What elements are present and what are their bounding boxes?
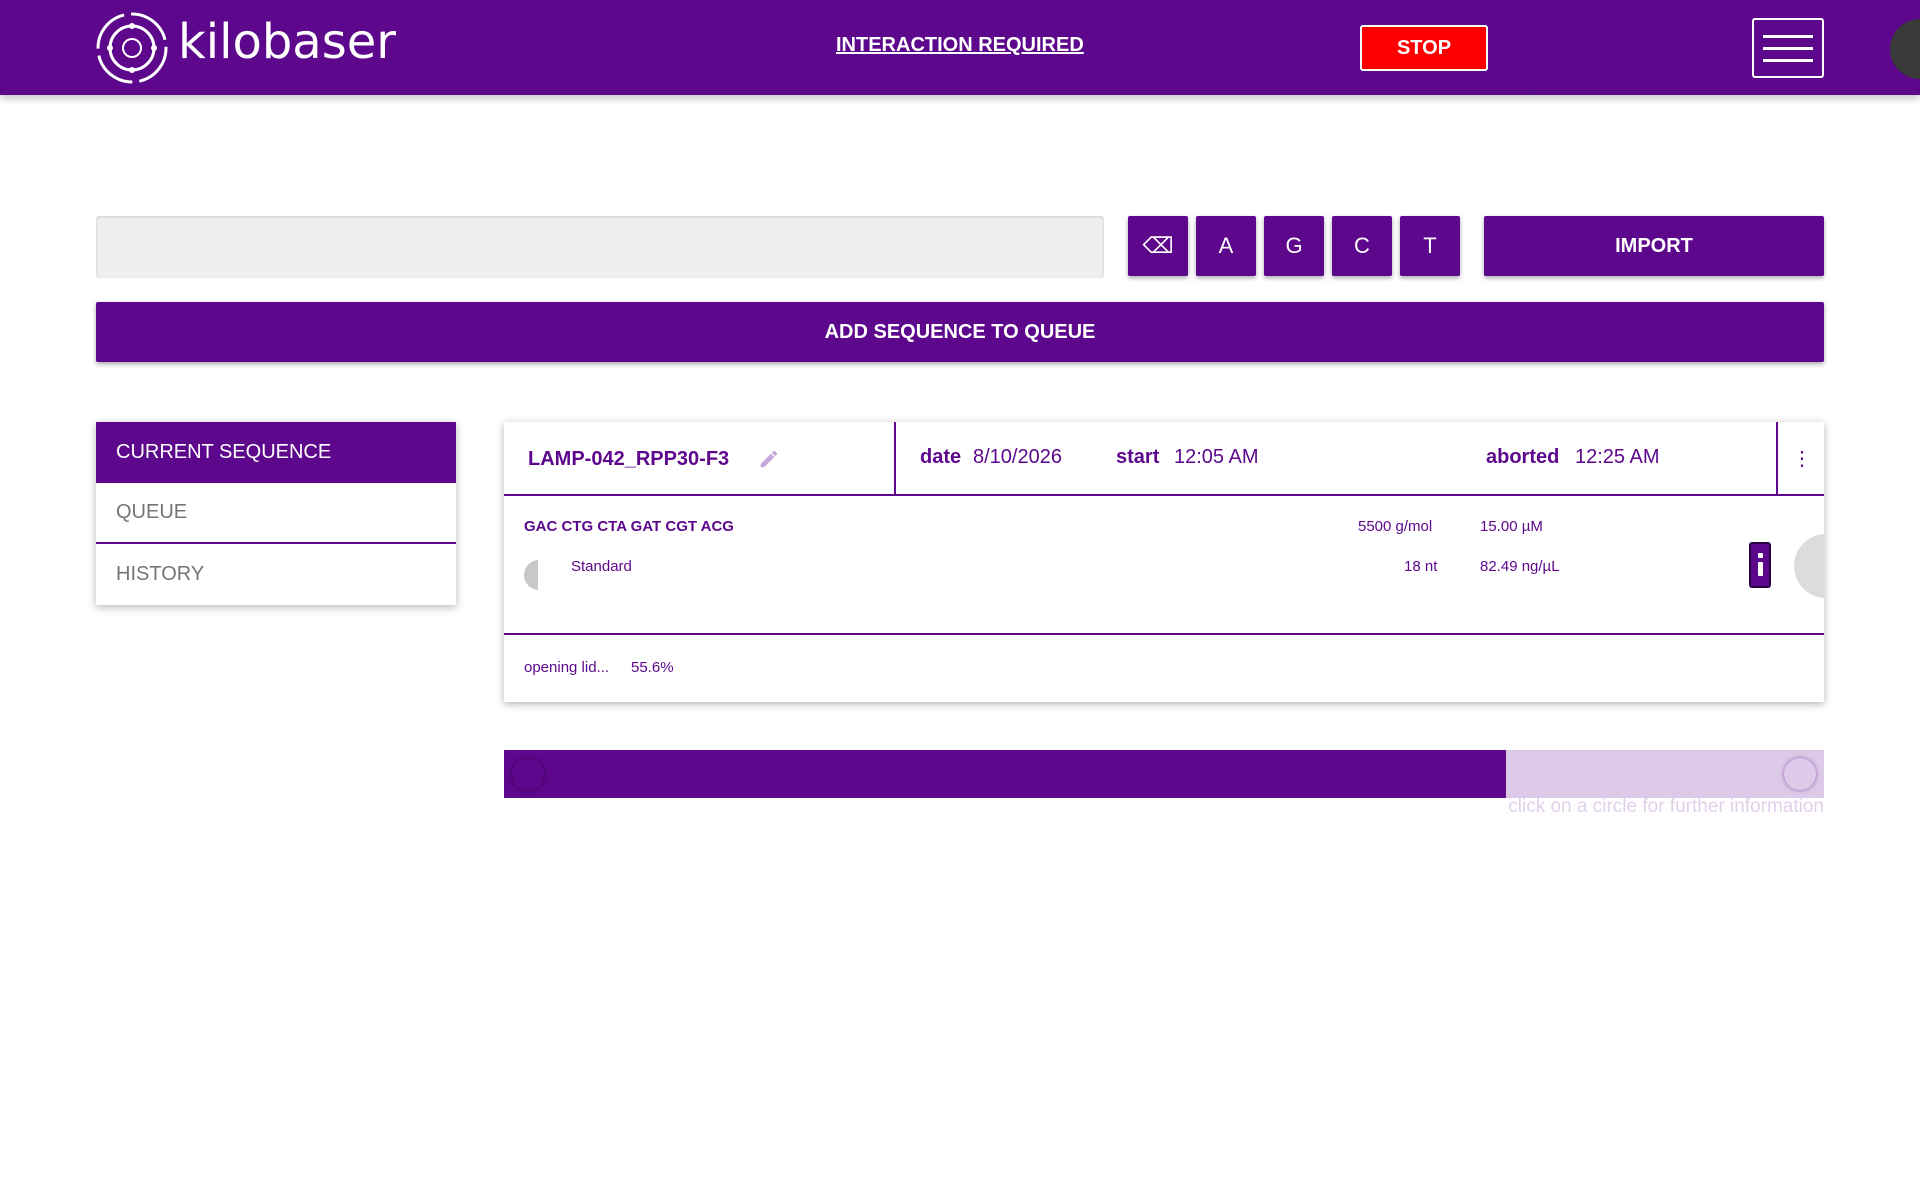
header-divider (894, 422, 896, 494)
key-a-button[interactable]: A (1196, 216, 1256, 276)
status-percent: 55.6% (631, 659, 674, 676)
progress-fill (504, 750, 1506, 798)
key-c-button[interactable]: C (1332, 216, 1392, 276)
aborted-label: aborted (1486, 446, 1560, 468)
info-button[interactable] (1749, 542, 1771, 588)
status-text: opening lid... (524, 659, 610, 676)
sidebar-nav: CURRENT SEQUENCE QUEUE HISTORY (96, 422, 456, 605)
sequence-card: LAMP-042_RPP30-F3 date 8/10/2026 start 1… (504, 422, 1824, 702)
progress-hint: click on a circle for further informatio… (1508, 796, 1824, 817)
molar-mass: 5500 g/mol (1358, 518, 1433, 535)
progress-start-circle[interactable] (512, 758, 544, 790)
amount: 82.49 ng/µL (1480, 558, 1560, 575)
info-icon-bar (1758, 562, 1763, 576)
start-label: start (1116, 446, 1160, 468)
synthesis-type: Standard (571, 558, 632, 575)
progress-bar (504, 750, 1824, 798)
status-circle-icon (524, 560, 538, 590)
key-t-button[interactable]: T (1400, 216, 1460, 276)
menu-line (1763, 34, 1813, 38)
header-divider (1533, 0, 1534, 95)
more-options-icon[interactable]: ⋮ (1790, 444, 1814, 472)
stop-button[interactable]: STOP (1360, 25, 1488, 71)
add-sequence-button[interactable]: ADD SEQUENCE TO QUEUE (96, 302, 1824, 362)
hamburger-menu-button[interactable] (1752, 18, 1824, 78)
status-indicator-icon[interactable] (1890, 19, 1920, 79)
top-bar: kilobaser INTERACTION REQUIRED STOP (0, 0, 1920, 95)
concentration: 15.00 µM (1480, 518, 1543, 535)
date-value: 8/10/2026 (973, 446, 1062, 468)
key-g-button[interactable]: G (1264, 216, 1324, 276)
interaction-required-link[interactable]: INTERACTION REQUIRED (836, 34, 1084, 57)
progress-end-circle[interactable] (1784, 758, 1816, 790)
side-circle-icon[interactable] (1794, 534, 1824, 598)
menu-line (1763, 46, 1813, 50)
menu-line (1763, 58, 1813, 62)
sequence-input[interactable] (96, 216, 1104, 278)
import-button[interactable]: IMPORT (1484, 216, 1824, 276)
sequence-length: 18 nt (1404, 558, 1438, 575)
aborted-value: 12:25 AM (1575, 446, 1660, 468)
sequence-text: GAC CTG CTA GAT CGT ACG (524, 518, 734, 535)
tab-queue[interactable]: QUEUE (96, 483, 456, 544)
info-icon (1758, 553, 1763, 558)
logo-text: kilobaser (178, 14, 396, 70)
header-divider (1776, 422, 1778, 494)
kilobaser-logo-icon (96, 12, 168, 84)
start-value: 12:05 AM (1174, 446, 1259, 468)
tab-current-sequence[interactable]: CURRENT SEQUENCE (96, 422, 456, 483)
sequence-name: LAMP-042_RPP30-F3 (528, 448, 730, 470)
backspace-key-button[interactable]: ⌫ (1128, 216, 1188, 276)
card-divider (504, 633, 1824, 635)
tab-history[interactable]: HISTORY (96, 544, 456, 605)
date-label: date (920, 446, 962, 468)
pencil-edit-icon[interactable] (758, 448, 780, 470)
card-header: LAMP-042_RPP30-F3 date 8/10/2026 start 1… (504, 422, 1824, 496)
